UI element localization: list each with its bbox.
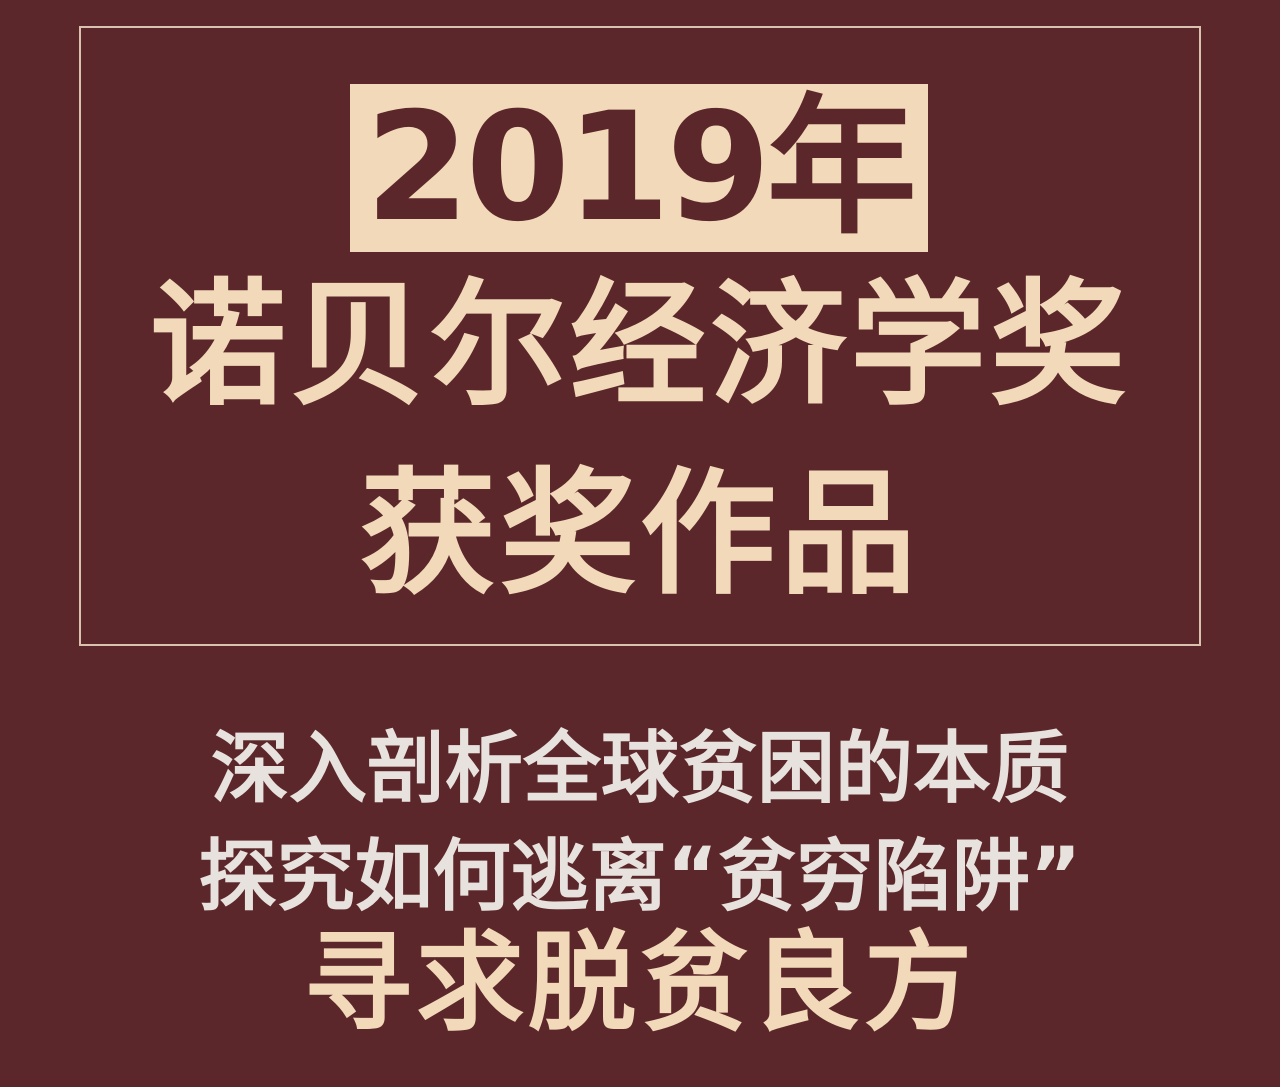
year-badge: 2019年 xyxy=(350,84,928,252)
subtitle-line-2: 探究如何逃离“贫穷陷阱” xyxy=(198,832,1082,922)
main-title-line-1: 诺贝尔经济学奖 xyxy=(150,267,1130,425)
tagline: 寻求脱贫良方 xyxy=(303,921,976,1046)
main-title-line-2: 获奖作品 xyxy=(360,456,920,614)
subtitle-line-1: 深入剖析全球贫困的本质 xyxy=(210,724,1069,814)
year-label: 2019年 xyxy=(365,81,916,255)
